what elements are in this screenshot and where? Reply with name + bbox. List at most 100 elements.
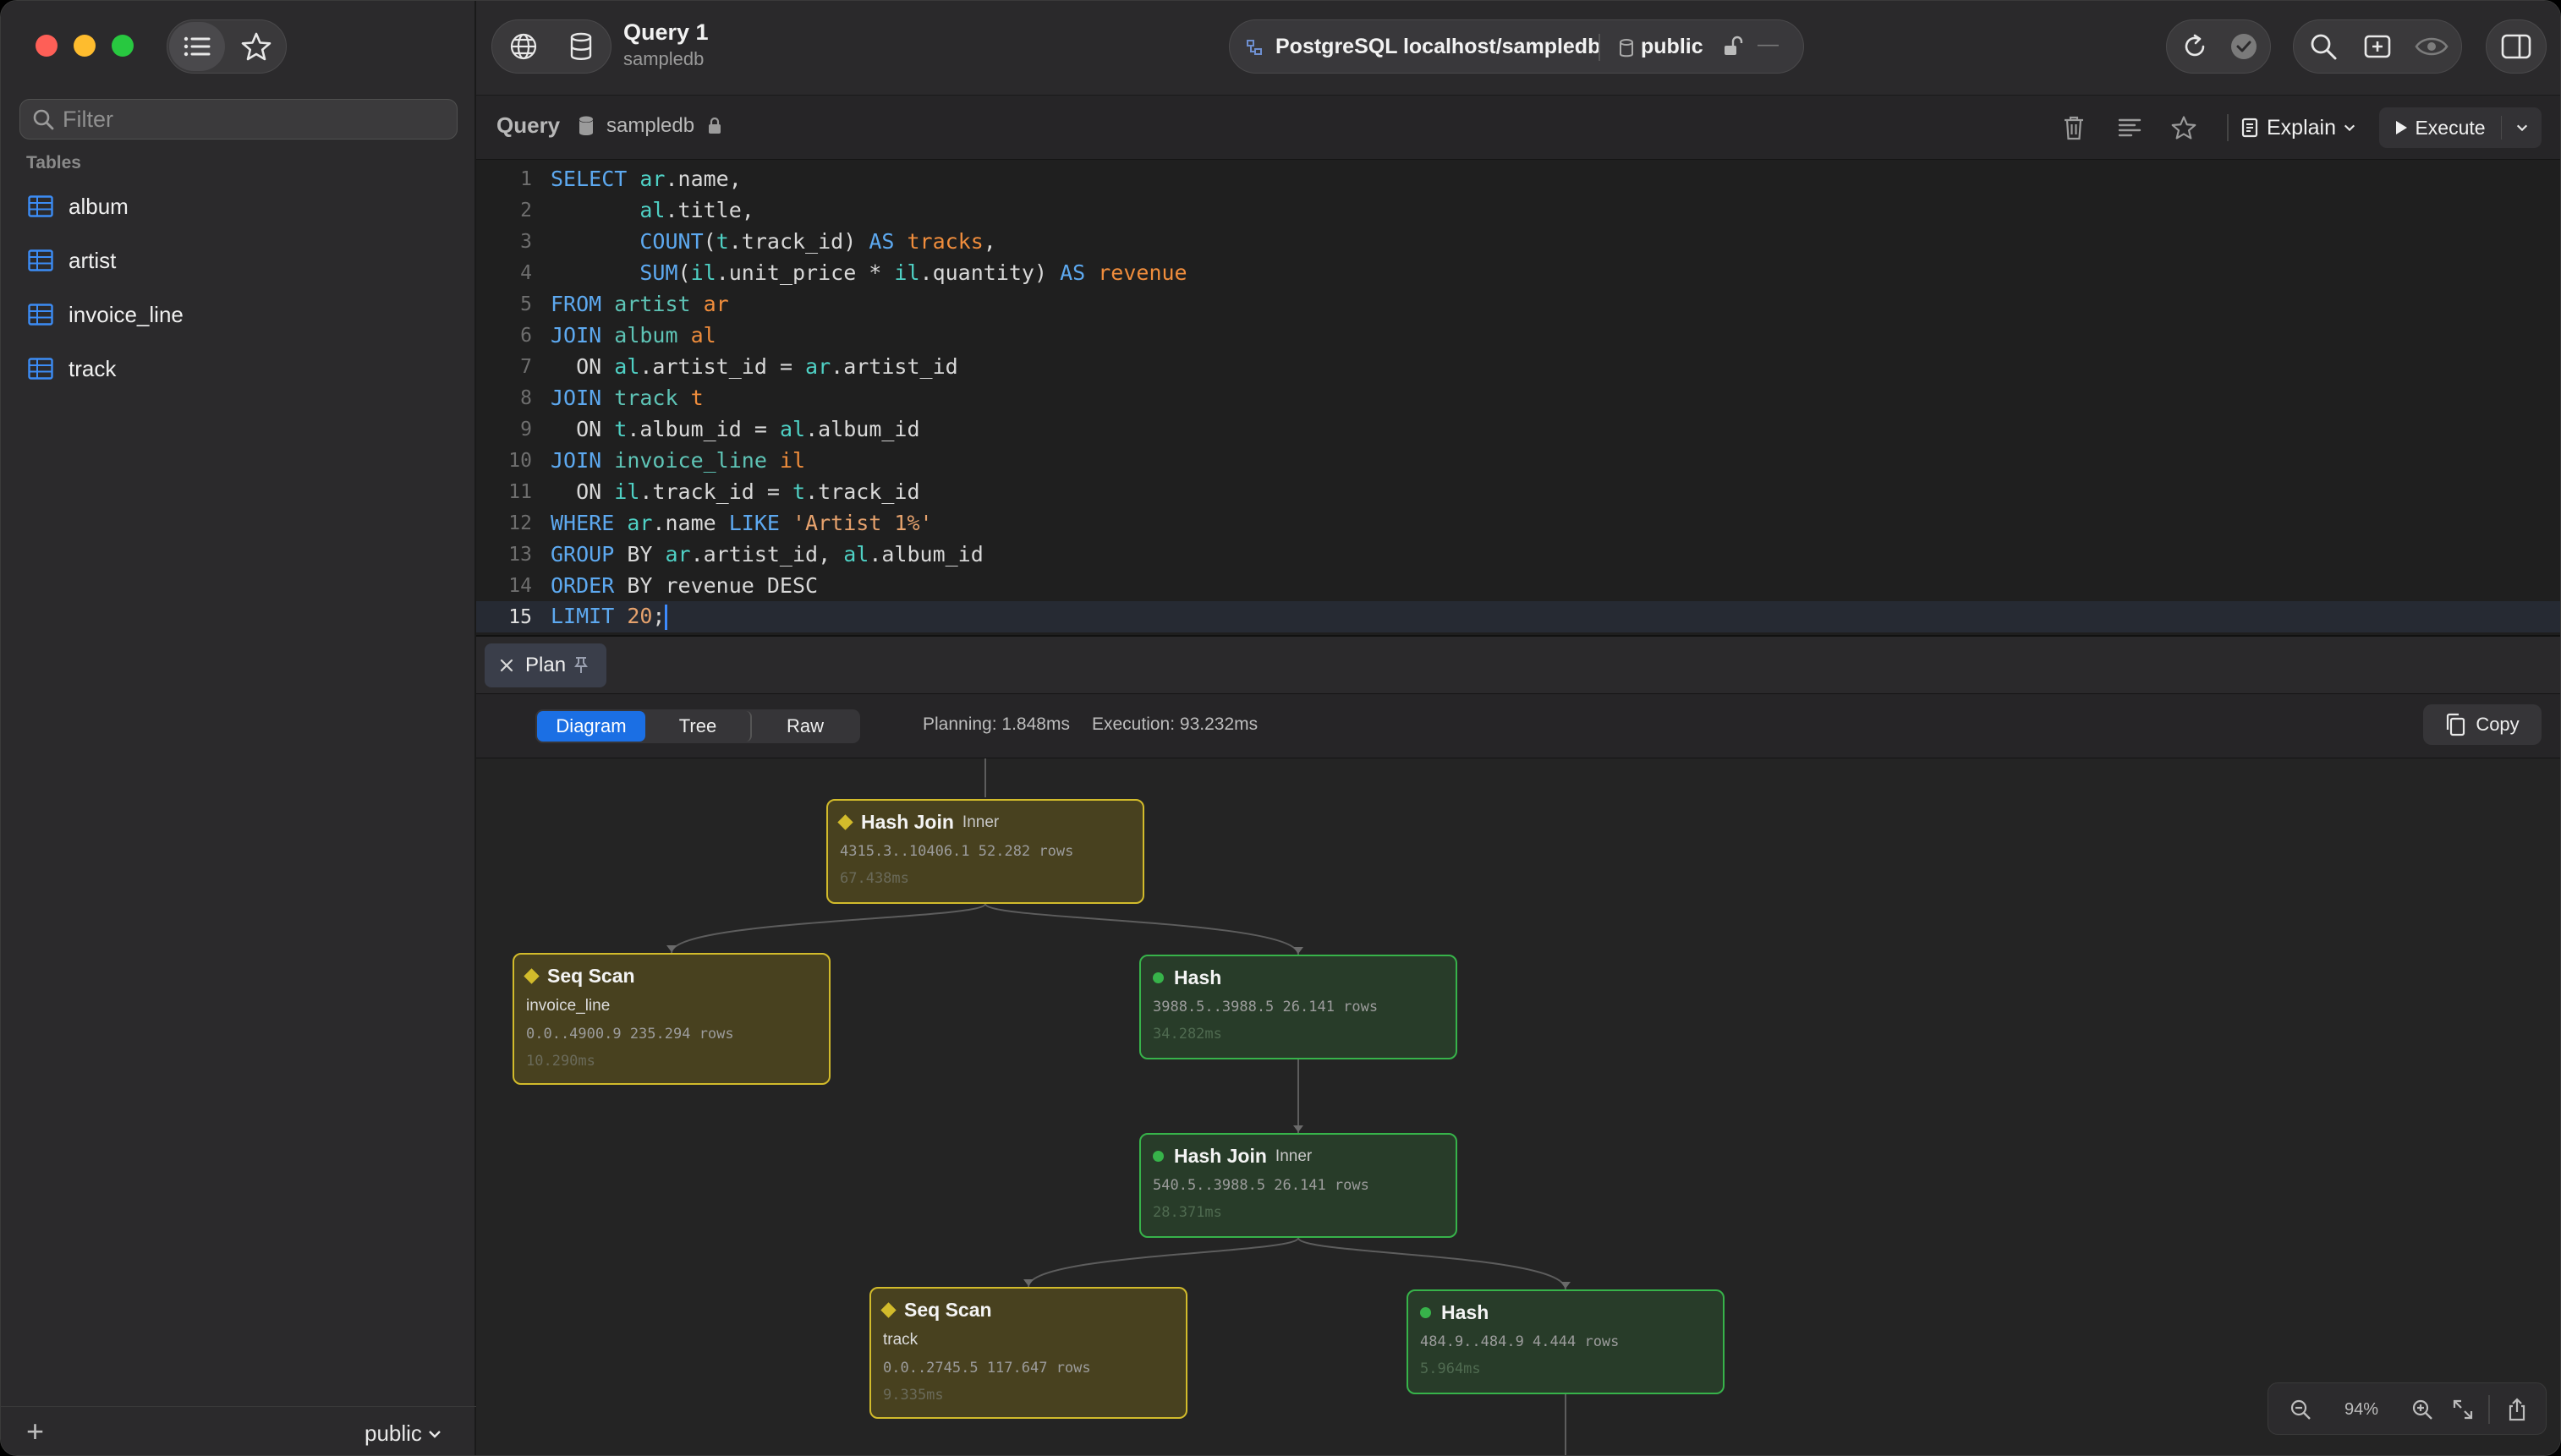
plan-diagram[interactable]: Hash Join Inner 4315.3..10406.1 52.282 row… (476, 758, 2560, 1455)
editor-line[interactable]: 7 ON al.artist_id = ar.artist_id (476, 351, 2560, 382)
code-token: ON (551, 417, 615, 441)
plan-node-title: Hash (1153, 966, 1221, 989)
editor-line[interactable]: 4 SUM(il.unit_price * il.quantity) AS re… (476, 257, 2560, 288)
status-dot-icon (1153, 1151, 1164, 1162)
view-diagram-button[interactable]: Diagram (537, 711, 645, 742)
editor-line[interactable]: 12 WHERE ar.name LIKE 'Artist 1%' (476, 507, 2560, 539)
code-token: .album_id (869, 542, 984, 567)
zoom-in-button[interactable] (2405, 1393, 2439, 1426)
refresh-button[interactable] (2170, 22, 2219, 71)
minimize-window-button[interactable] (74, 35, 96, 57)
sql-editor[interactable]: 1 SELECT ar.name, 2 al.title, 3 COUNT(t.tra… (476, 160, 2560, 632)
tables-section-header: Tables (26, 153, 81, 172)
table-item-artist[interactable]: artist (28, 241, 116, 280)
table-item-album[interactable]: album (28, 187, 129, 226)
zoom-window-button[interactable] (112, 35, 134, 57)
fit-to-screen-button[interactable] (2446, 1393, 2480, 1426)
table-item-track[interactable]: track (28, 349, 116, 388)
code-token: BY (627, 542, 666, 567)
query-database-subtitle: sampledb (623, 48, 705, 69)
execute-options-button[interactable] (2502, 107, 2542, 148)
zoom-out-icon (2290, 1399, 2311, 1420)
query-header: Query sampledb Explain Execute (476, 96, 2560, 160)
editor-line[interactable]: 6 JOIN album al (476, 320, 2560, 351)
add-table-button[interactable]: + (26, 1414, 44, 1449)
plan-edge-arrow (1293, 1125, 1303, 1132)
code-text: ORDER BY revenue DESC (551, 573, 818, 598)
connection-buttons (491, 19, 611, 74)
table-item-invoice-line[interactable]: invoice_line (28, 295, 184, 334)
editor-line[interactable]: 14 ORDER BY revenue DESC (476, 570, 2560, 601)
line-number: 13 (508, 543, 532, 566)
execute-split-button: Execute (2379, 107, 2542, 148)
plan-node-time: 9.335ms (883, 1387, 944, 1404)
commit-button[interactable] (2219, 22, 2268, 71)
new-query-button[interactable] (2351, 22, 2404, 71)
code-token: ar (703, 292, 729, 316)
editor-line[interactable]: 9 ON t.album_id = al.album_id (476, 413, 2560, 445)
plan-node-hash-join[interactable]: Hash Join Inner 4315.3..10406.1 52.282 row… (826, 799, 1144, 904)
schema-select[interactable]: public (365, 1420, 442, 1447)
editor-line[interactable]: 10 JOIN invoice_line il (476, 445, 2560, 476)
code-token: .album_id = (627, 417, 780, 441)
delete-query-button[interactable] (2054, 109, 2093, 146)
plan-node-cost: 484.9..484.9 4.444 rows (1420, 1333, 1620, 1350)
code-token: al (779, 417, 806, 441)
editor-line[interactable]: 11 ON il.track_id = t.track_id (476, 476, 2560, 507)
editor-line[interactable]: 1 SELECT ar.name, (476, 163, 2560, 194)
plan-node-seq-scan[interactable]: Seq Scan invoice_line 0.0..4900.9 235.294 … (513, 953, 831, 1085)
close-window-button[interactable] (36, 35, 58, 57)
zoom-out-button[interactable] (2284, 1393, 2317, 1426)
editor-line[interactable]: 3 COUNT(t.track_id) AS tracks, (476, 226, 2560, 257)
code-token: .quantity) (919, 260, 1061, 285)
plan-node-hash[interactable]: Hash 3988.5..3988.5 26.141 rows 34.282ms (1139, 955, 1457, 1059)
view-raw-button[interactable]: Raw (752, 711, 858, 742)
inspector-toggle-button[interactable] (2490, 22, 2542, 71)
editor-line[interactable]: 13 GROUP BY ar.artist_id, al.album_id (476, 539, 2560, 570)
execute-button[interactable]: Execute (2379, 107, 2501, 148)
code-token: ON (551, 354, 615, 379)
connection-status[interactable]: PostgreSQL localhost/sampledb public — (1229, 19, 1804, 74)
filter-placeholder: Filter (63, 106, 113, 132)
favorite-query-button[interactable] (2164, 109, 2203, 146)
editor-line[interactable]: 15 LIMIT 20; (476, 601, 2560, 632)
table-item-label: artist (69, 247, 117, 273)
close-icon[interactable] (500, 659, 513, 672)
share-button[interactable] (2498, 1393, 2536, 1426)
code-token: .name, (665, 167, 742, 191)
line-number: 7 (520, 355, 532, 378)
database-button[interactable] (555, 22, 607, 71)
search-button[interactable] (2297, 22, 2350, 71)
zoom-controls: 94% (2268, 1382, 2547, 1435)
table-item-label: album (69, 193, 129, 219)
pin-icon[interactable] (574, 656, 589, 675)
plan-node-relation: track (883, 1331, 919, 1349)
code-token: .title, (665, 198, 754, 222)
execution-time: Execution: 93.232ms (1092, 714, 1259, 734)
explain-button[interactable]: Explain (2235, 107, 2362, 148)
list-view-button[interactable] (169, 22, 225, 71)
code-token: il (614, 479, 640, 504)
editor-line[interactable]: 5 FROM artist ar (476, 288, 2560, 320)
tab-plan[interactable]: Plan (485, 643, 606, 687)
filter-input[interactable]: Filter (19, 99, 458, 140)
code-text: WHERE ar.name LIKE 'Artist 1%' (551, 511, 933, 535)
format-query-button[interactable] (2110, 109, 2149, 146)
editor-line[interactable]: 2 al.title, (476, 194, 2560, 226)
editor-line[interactable]: 8 JOIN track t (476, 382, 2560, 413)
code-token: .track_id) (728, 229, 869, 254)
view-tree-button[interactable]: Tree (645, 711, 752, 742)
plan-node-hash-join[interactable]: Hash Join Inner 540.5..3988.5 26.141 rows 2… (1139, 1133, 1457, 1238)
copy-plan-button[interactable]: Copy (2423, 704, 2542, 745)
document-icon (2241, 118, 2258, 138)
plan-node-seq-scan[interactable]: Seq Scan track 0.0..2745.5 117.647 rows 9.3… (869, 1287, 1187, 1419)
preview-button[interactable] (2405, 22, 2458, 71)
plan-node-hash[interactable]: Hash 484.9..484.9 4.444 rows 5.964ms (1407, 1289, 1725, 1394)
connections-button[interactable] (497, 22, 550, 71)
code-token: .name (652, 511, 729, 535)
trash-icon (2065, 116, 2083, 140)
plan-node-title: Hash (1420, 1301, 1489, 1324)
code-token: t (716, 229, 729, 254)
favorites-button[interactable] (228, 22, 284, 71)
